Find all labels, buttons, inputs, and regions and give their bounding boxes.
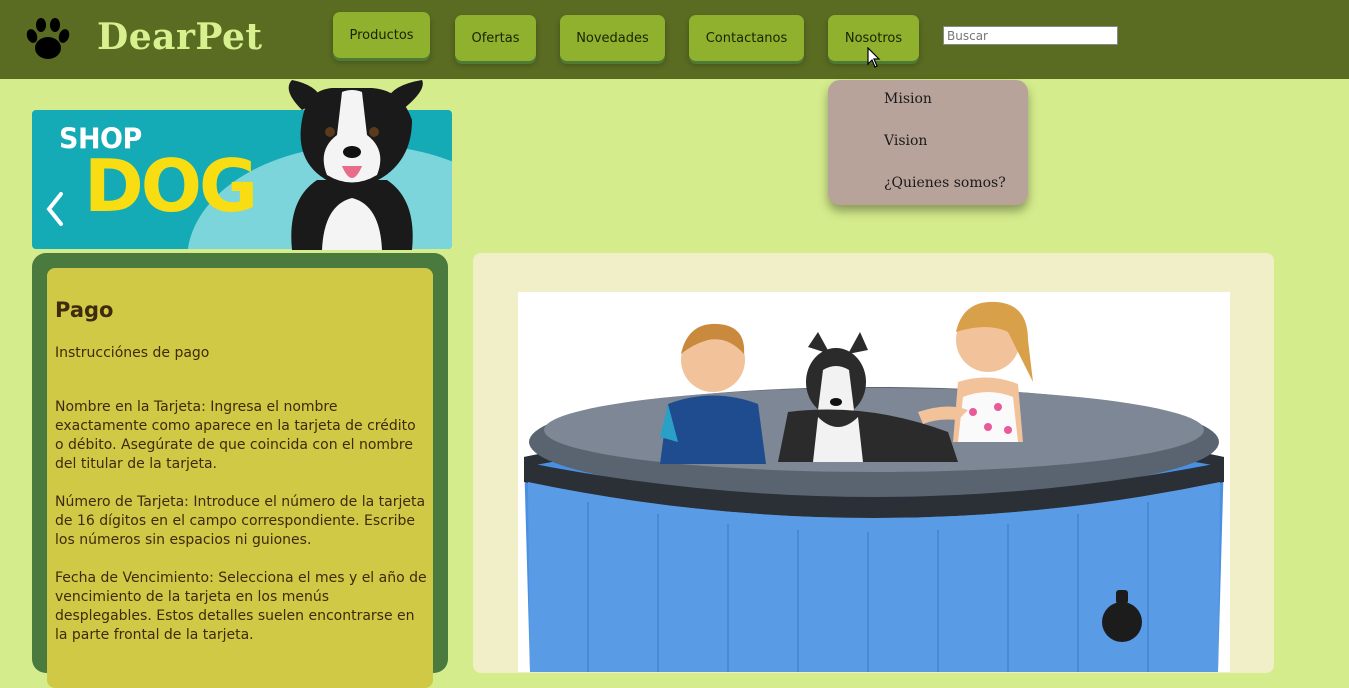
mouse-cursor-icon: [867, 47, 881, 68]
shop-dog-banner[interactable]: SHOP DOG: [32, 80, 452, 250]
brand-name[interactable]: DearPet: [97, 16, 263, 58]
nav-contactanos[interactable]: Contactanos: [689, 15, 804, 61]
payment-subtitle: Instrucciónes de pago: [55, 345, 210, 361]
payment-panel: Pago Instrucciónes de pago Nombre en la …: [32, 253, 448, 688]
nav-ofertas[interactable]: Ofertas: [455, 15, 536, 61]
nav-novedades[interactable]: Novedades: [560, 15, 665, 61]
dropdown-item-quienes-somos[interactable]: ¿Quienes somos?: [884, 175, 1006, 191]
dropdown-item-mision[interactable]: Mision: [884, 91, 932, 107]
dog-pool-product-image[interactable]: [518, 292, 1230, 672]
nav-productos[interactable]: Productos: [333, 12, 430, 58]
pool-illustration: [524, 301, 1224, 672]
dropdown-item-vision[interactable]: Vision: [884, 133, 927, 149]
nosotros-dropdown: Mision Vision ¿Quienes somos?: [828, 80, 1028, 205]
payment-paragraph-name: Nombre en la Tarjeta: Ingresa el nombre …: [55, 399, 416, 472]
payment-content: Pago Instrucciónes de pago Nombre en la …: [47, 268, 433, 688]
payment-paragraph-expiry: Fecha de Vencimiento: Selecciona el mes …: [55, 570, 427, 643]
payment-title: Pago: [55, 298, 114, 322]
chevron-left-icon[interactable]: [46, 192, 64, 226]
search-input[interactable]: [943, 26, 1118, 45]
border-collie-image: [288, 80, 423, 250]
payment-paragraph-number: Número de Tarjeta: Introduce el número d…: [55, 494, 426, 548]
product-panel: [473, 253, 1274, 673]
paw-icon[interactable]: [24, 16, 72, 62]
banner-dog-text: DOG: [84, 144, 258, 228]
site-header: DearPet Productos Ofertas Novedades Cont…: [0, 0, 1349, 79]
